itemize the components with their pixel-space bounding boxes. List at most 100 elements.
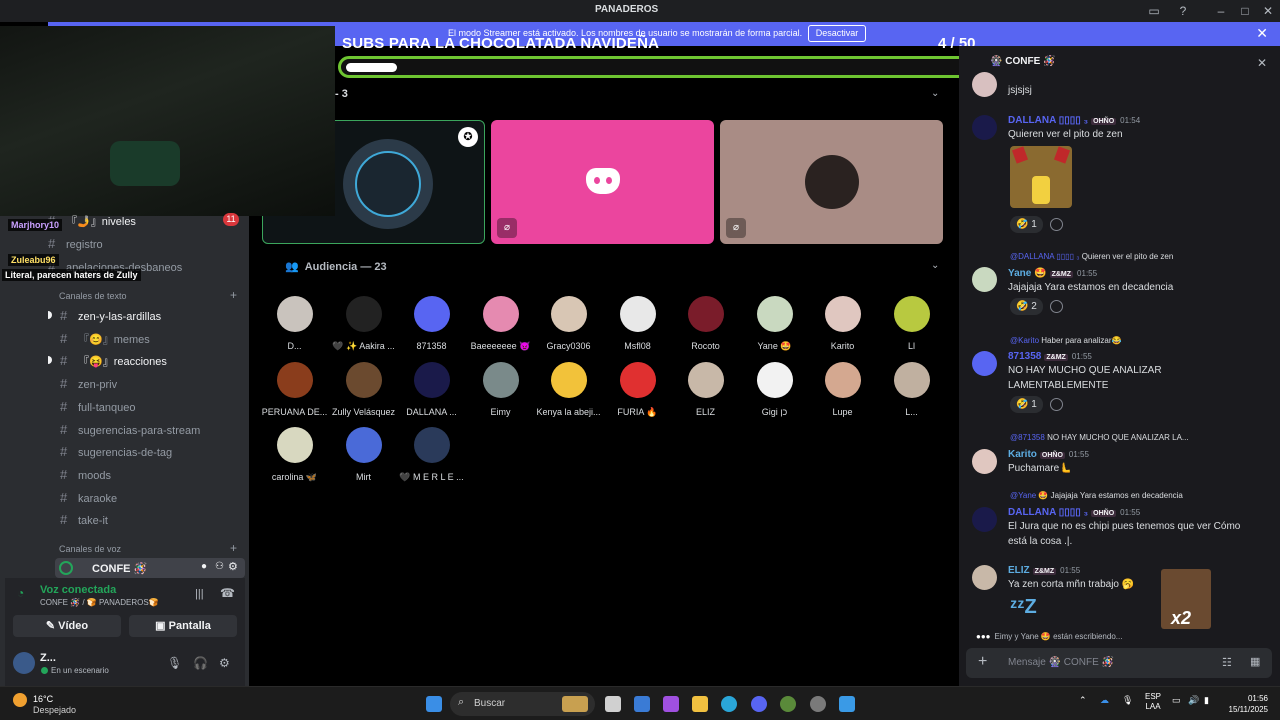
voice-channel-confe[interactable]: CONFE 🪅 ● ⚇ ⚙ — [55, 558, 245, 578]
text-channel-item[interactable]: # 『😝』reacciones — [60, 353, 167, 373]
audience-member[interactable]: ELIZ — [668, 362, 743, 417]
text-channel-item[interactable]: # zen-priv — [60, 376, 117, 396]
message-avatar[interactable] — [972, 351, 997, 376]
message-avatar[interactable] — [972, 72, 997, 97]
microsoft-store-icon[interactable] — [634, 696, 650, 712]
headphones-icon[interactable]: 🎧 — [193, 656, 208, 670]
audience-member[interactable]: Mirt — [326, 427, 401, 482]
add-reaction-icon[interactable] — [1050, 300, 1063, 313]
message-author[interactable]: Yane 🤩 Z&MZ 01:55 — [1008, 268, 1097, 279]
deactivate-streamer-button[interactable]: Desactivar — [808, 25, 866, 42]
network-icon[interactable]: ▭ — [1172, 695, 1181, 706]
close-chat-icon[interactable]: ✕ — [1257, 56, 1267, 70]
reply-reference[interactable]: @Karito Haber para analizar😂 — [1010, 336, 1122, 345]
text-channels-category[interactable]: Canales de texto — [59, 291, 127, 301]
soundboard-icon[interactable]: ||| — [195, 588, 204, 600]
text-channel-item[interactable]: # zen-y-las-ardillas — [60, 308, 161, 328]
text-channel-item[interactable]: # take-it — [60, 512, 108, 532]
apps-icon[interactable]: ▦ — [1250, 655, 1260, 668]
message-avatar[interactable] — [972, 507, 997, 532]
system-clock[interactable]: 01:56 15/11/2025 — [1220, 693, 1268, 715]
volume-icon[interactable]: 🔊 — [1188, 695, 1199, 706]
meme-sticker[interactable]: x2 — [1161, 569, 1211, 629]
message-avatar[interactable] — [972, 267, 997, 292]
message-author[interactable]: ELIZ Z&MZ 01:55 — [1008, 565, 1080, 576]
chat-bubble-icon[interactable]: ● — [201, 561, 207, 572]
audience-member[interactable]: Ll — [874, 296, 949, 351]
edge-browser-icon[interactable] — [721, 696, 737, 712]
text-channel-item[interactable]: # karaoke — [60, 490, 117, 510]
audience-member[interactable]: Kenya la abeji... — [531, 362, 606, 417]
screen-share-button[interactable]: ▣ Pantalla — [129, 615, 237, 637]
message-author[interactable]: Karito OHÑO 01:55 — [1008, 449, 1089, 460]
audience-member[interactable]: L... — [874, 362, 949, 417]
disconnect-icon[interactable]: ☎ — [220, 586, 235, 600]
signal-icon[interactable]: ◔ — [17, 586, 24, 600]
text-channel-item[interactable]: # moods — [60, 467, 111, 487]
reaction-laugh[interactable]: 🤣 1 — [1010, 216, 1043, 233]
message-author[interactable]: DALLANA ▯▯▯▯ ₃ OHÑO 01:55 — [1008, 507, 1140, 518]
audience-member[interactable]: 🖤 ✨ Aakira ... — [326, 296, 401, 352]
microphone-tray-icon[interactable]: 🎙 — [1122, 695, 1133, 706]
composer-placeholder[interactable]: Mensaje 🎡 CONFE 🪅 — [1008, 657, 1114, 668]
audience-member[interactable]: Yane 🤩 — [737, 296, 812, 352]
reply-reference[interactable]: @DALLANA ▯▯▯▯ ₃ Quieren ver el pito de z… — [1010, 252, 1173, 261]
show-hidden-icons[interactable]: ⌃ — [1079, 695, 1087, 706]
maximize-icon[interactable]: □ — [1237, 3, 1253, 19]
audience-member[interactable]: Gigi כן — [737, 362, 812, 417]
gif-icon[interactable]: ☷ — [1222, 656, 1232, 669]
message-avatar[interactable] — [972, 115, 997, 140]
close-banner-icon[interactable]: ✕ — [1256, 25, 1268, 42]
reaction-laugh[interactable]: 🤣 2 — [1010, 298, 1043, 315]
minimize-icon[interactable]: – — [1213, 3, 1229, 19]
chevron-down-icon[interactable]: ⌄ — [931, 260, 939, 271]
battery-icon[interactable]: ▮ — [1204, 695, 1209, 706]
file-explorer-icon[interactable] — [692, 696, 708, 712]
voice-channels-category[interactable]: Canales de voz — [59, 544, 121, 554]
audience-member[interactable]: 871358 — [394, 296, 469, 351]
reply-reference[interactable]: @Yane 🤩 Jajajaja Yara estamos en decaden… — [1010, 491, 1183, 500]
task-view-icon[interactable] — [605, 696, 621, 712]
audience-member[interactable]: Baeeeeeee 👿 — [463, 296, 538, 352]
message-avatar[interactable] — [972, 449, 997, 474]
chevron-down-icon[interactable]: ⌄ — [931, 88, 939, 99]
text-channel-item[interactable]: # full-tanqueo — [60, 399, 136, 419]
speaker-tile-3[interactable]: ⌀ — [720, 120, 943, 244]
language-indicator[interactable]: ESP LAA — [1145, 692, 1161, 712]
message-author[interactable]: DALLANA ▯▯▯▯ ₃ OHÑO 01:54 — [1008, 115, 1140, 126]
audience-member[interactable]: Msfl08 — [600, 296, 675, 351]
audience-member[interactable]: FURIA 🔥 — [600, 362, 675, 418]
add-reaction-icon[interactable] — [1050, 398, 1063, 411]
obs-icon[interactable] — [810, 696, 826, 712]
channel-registro[interactable]: # registro — [48, 236, 103, 256]
text-channel-item[interactable]: # sugerencias-para-stream — [60, 422, 200, 442]
speaker-tile-2[interactable]: ⌀ — [491, 120, 714, 244]
inbox-icon[interactable]: ▭ — [1146, 3, 1162, 19]
audience-member[interactable]: PERUANA DE... — [257, 362, 332, 417]
cat-meme-image[interactable] — [1010, 146, 1072, 208]
audience-member[interactable]: carolina 🦋 — [257, 427, 332, 483]
message-avatar[interactable] — [972, 565, 997, 590]
text-channel-item[interactable]: # 『😊』memes — [60, 331, 150, 351]
reply-reference[interactable]: @871358 NO HAY MUCHO QUE ANALIZAR LA... — [1010, 433, 1189, 442]
message-author[interactable]: 871358 Z&MZ 01:55 — [1008, 351, 1092, 362]
settings-gear-icon[interactable]: ⚙ — [228, 560, 238, 573]
taskbar-search[interactable]: ⌕ Buscar — [450, 692, 595, 716]
microphone-icon[interactable]: 🎙 — [167, 656, 182, 670]
audience-member[interactable]: Karito — [805, 296, 880, 351]
text-channel-item[interactable]: # sugerencias-de-tag — [60, 444, 172, 464]
audience-member[interactable]: D... — [257, 296, 332, 351]
audience-member[interactable]: DALLANA ... — [394, 362, 469, 417]
audience-member[interactable]: Zully Velásquez — [326, 362, 401, 417]
audience-member[interactable]: Lupe — [805, 362, 880, 417]
user-avatar[interactable] — [13, 652, 35, 674]
add-attachment-icon[interactable]: + — [978, 653, 987, 671]
audience-member[interactable]: 🖤 M E R L E ... — [394, 427, 469, 483]
help-icon[interactable]: ? — [1175, 3, 1191, 19]
onedrive-icon[interactable]: ☁ — [1100, 695, 1109, 706]
copilot-icon[interactable] — [663, 696, 679, 712]
app-icon[interactable] — [780, 696, 796, 712]
reaction-laugh[interactable]: 🤣 1 — [1010, 396, 1043, 413]
close-window-icon[interactable]: ✕ — [1260, 3, 1276, 19]
message-composer[interactable]: + Mensaje 🎡 CONFE 🪅 ☷ ▦ — [966, 648, 1272, 678]
